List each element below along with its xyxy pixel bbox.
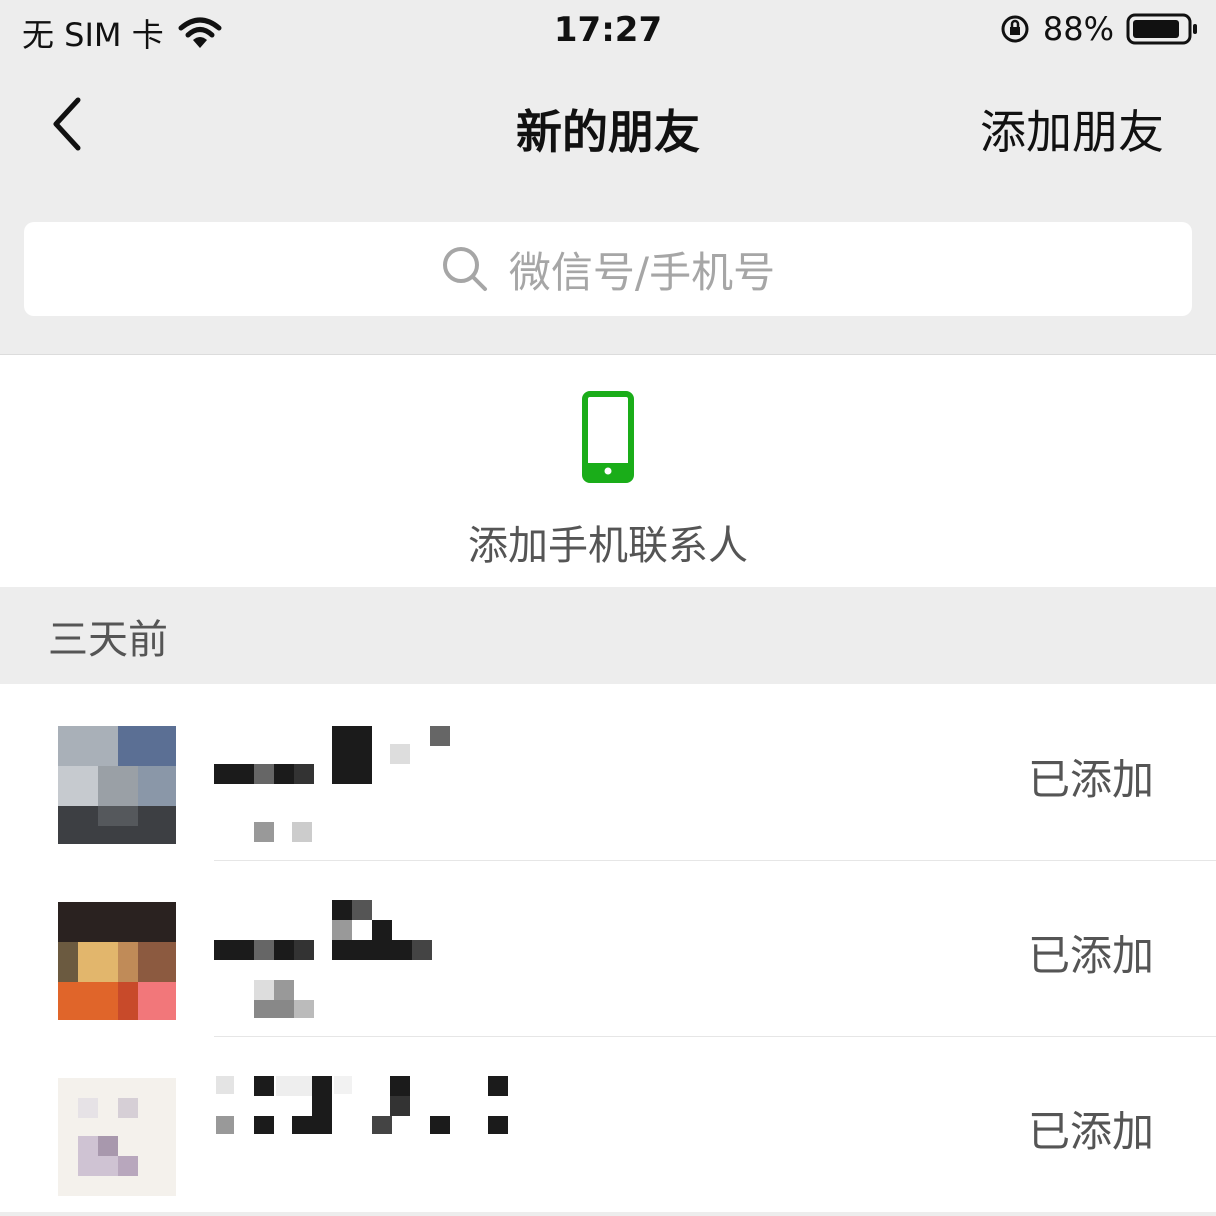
- orientation-lock-icon: [1001, 15, 1029, 43]
- friend-request-row[interactable]: 已添加: [0, 684, 1216, 860]
- battery-percent: 88%: [1042, 10, 1114, 48]
- status-right: 88%: [999, 10, 1198, 48]
- avatar: [58, 902, 176, 1020]
- contact-name-blurred: [214, 726, 450, 842]
- battery-icon: [1126, 13, 1197, 45]
- mobile-phone-icon: [582, 391, 634, 483]
- friend-request-list: 已添加 已添加 已添加: [0, 684, 1216, 1212]
- section-header: 三天前: [0, 588, 1216, 684]
- avatar: [58, 1078, 176, 1196]
- added-status: 已添加: [1027, 755, 1154, 804]
- contact-name-blurred: [214, 900, 432, 1018]
- section-label: 三天前: [48, 617, 168, 663]
- add-phone-contacts[interactable]: 添加手机联系人: [0, 354, 1216, 587]
- avatar: [58, 726, 176, 844]
- search-placeholder: 微信号/手机号: [508, 247, 776, 297]
- search-input[interactable]: 微信号/手机号: [24, 222, 1192, 316]
- add-phone-contacts-label: 添加手机联系人: [468, 523, 748, 569]
- contact-name-blurred: [216, 1076, 508, 1134]
- nav-bar: 新的朋友 添加朋友: [0, 70, 1216, 180]
- status-bar: 无 SIM 卡 17:27 88%: [0, 0, 1216, 64]
- search-icon: [442, 247, 487, 291]
- friend-request-row[interactable]: 已添加: [0, 860, 1216, 1036]
- friend-request-row[interactable]: 已添加: [0, 1036, 1216, 1212]
- added-status: 已添加: [1027, 1107, 1154, 1156]
- added-status: 已添加: [1027, 931, 1154, 980]
- add-friends-button[interactable]: 添加朋友: [980, 96, 1164, 162]
